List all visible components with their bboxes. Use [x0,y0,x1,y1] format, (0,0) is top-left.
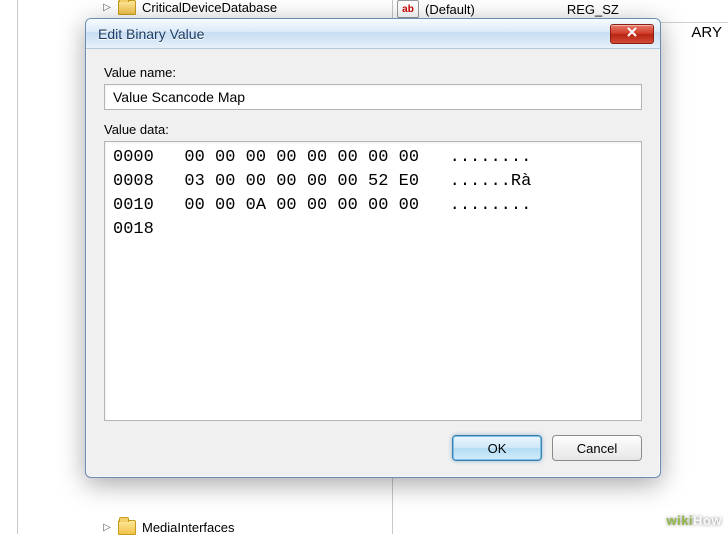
hex-editor[interactable]: 0000 00 00 00 00 00 00 00 00 ........ 00… [104,141,642,421]
tree-item-label: MediaInterfaces [142,520,235,535]
corner-type-label: ARY [691,24,722,41]
tree-item-critical[interactable]: ▷ CriticalDeviceDatabase [102,0,277,15]
value-name-input[interactable] [104,84,642,110]
expander-icon[interactable]: ▷ [102,3,112,13]
ok-button[interactable]: OK [452,435,542,461]
dialog-titlebar[interactable]: Edit Binary Value [86,19,660,49]
cancel-button[interactable]: Cancel [552,435,642,461]
dialog-body: Value name: Value data: 0000 00 00 00 00… [86,49,660,477]
dialog-title: Edit Binary Value [98,26,610,42]
value-type-label: REG_SZ [567,2,619,17]
folder-icon [118,520,136,535]
value-data-heading: Value data: [104,122,642,137]
watermark: wikiHow [666,509,722,530]
value-row-default[interactable]: ab (Default) REG_SZ [397,0,619,18]
tree-item-label: CriticalDeviceDatabase [142,0,277,15]
value-name-heading: Value name: [104,65,642,80]
tree-item-media[interactable]: ▷ MediaInterfaces [102,520,235,535]
bg-gutter [0,0,18,534]
string-value-icon: ab [397,0,419,18]
value-name-label: (Default) [425,2,475,17]
dialog-button-row: OK Cancel [104,435,642,461]
edit-binary-dialog: Edit Binary Value Value name: Value data… [85,18,661,478]
folder-icon [118,0,136,15]
close-button[interactable] [610,24,654,44]
close-icon [626,26,638,41]
expander-icon[interactable]: ▷ [102,523,112,533]
